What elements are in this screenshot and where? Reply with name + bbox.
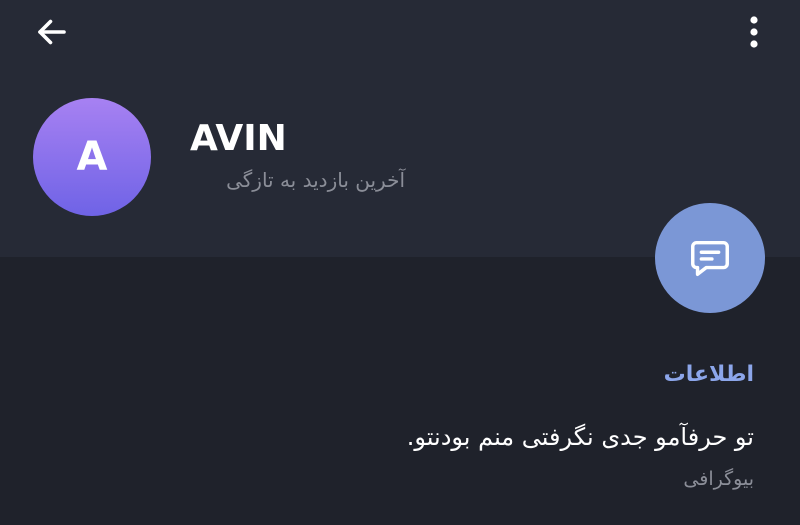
info-section-title: اطلاعات <box>663 362 754 387</box>
more-options-button[interactable] <box>734 10 774 54</box>
message-icon <box>691 240 729 277</box>
more-vertical-icon <box>750 16 758 48</box>
arrow-left-icon <box>38 19 66 45</box>
profile-name: AVIN <box>190 118 287 159</box>
avatar[interactable]: A <box>33 98 151 216</box>
back-button[interactable] <box>30 12 74 52</box>
bio-label: بیوگرافی <box>683 468 754 490</box>
avatar-letter: A <box>76 134 108 180</box>
bio-text[interactable]: تو حرفآمو جدی نگرفتی منم بودنتو. <box>407 420 754 454</box>
last-seen-status: آخرین بازدید به تازگی <box>226 168 405 192</box>
send-message-button[interactable] <box>655 203 765 313</box>
